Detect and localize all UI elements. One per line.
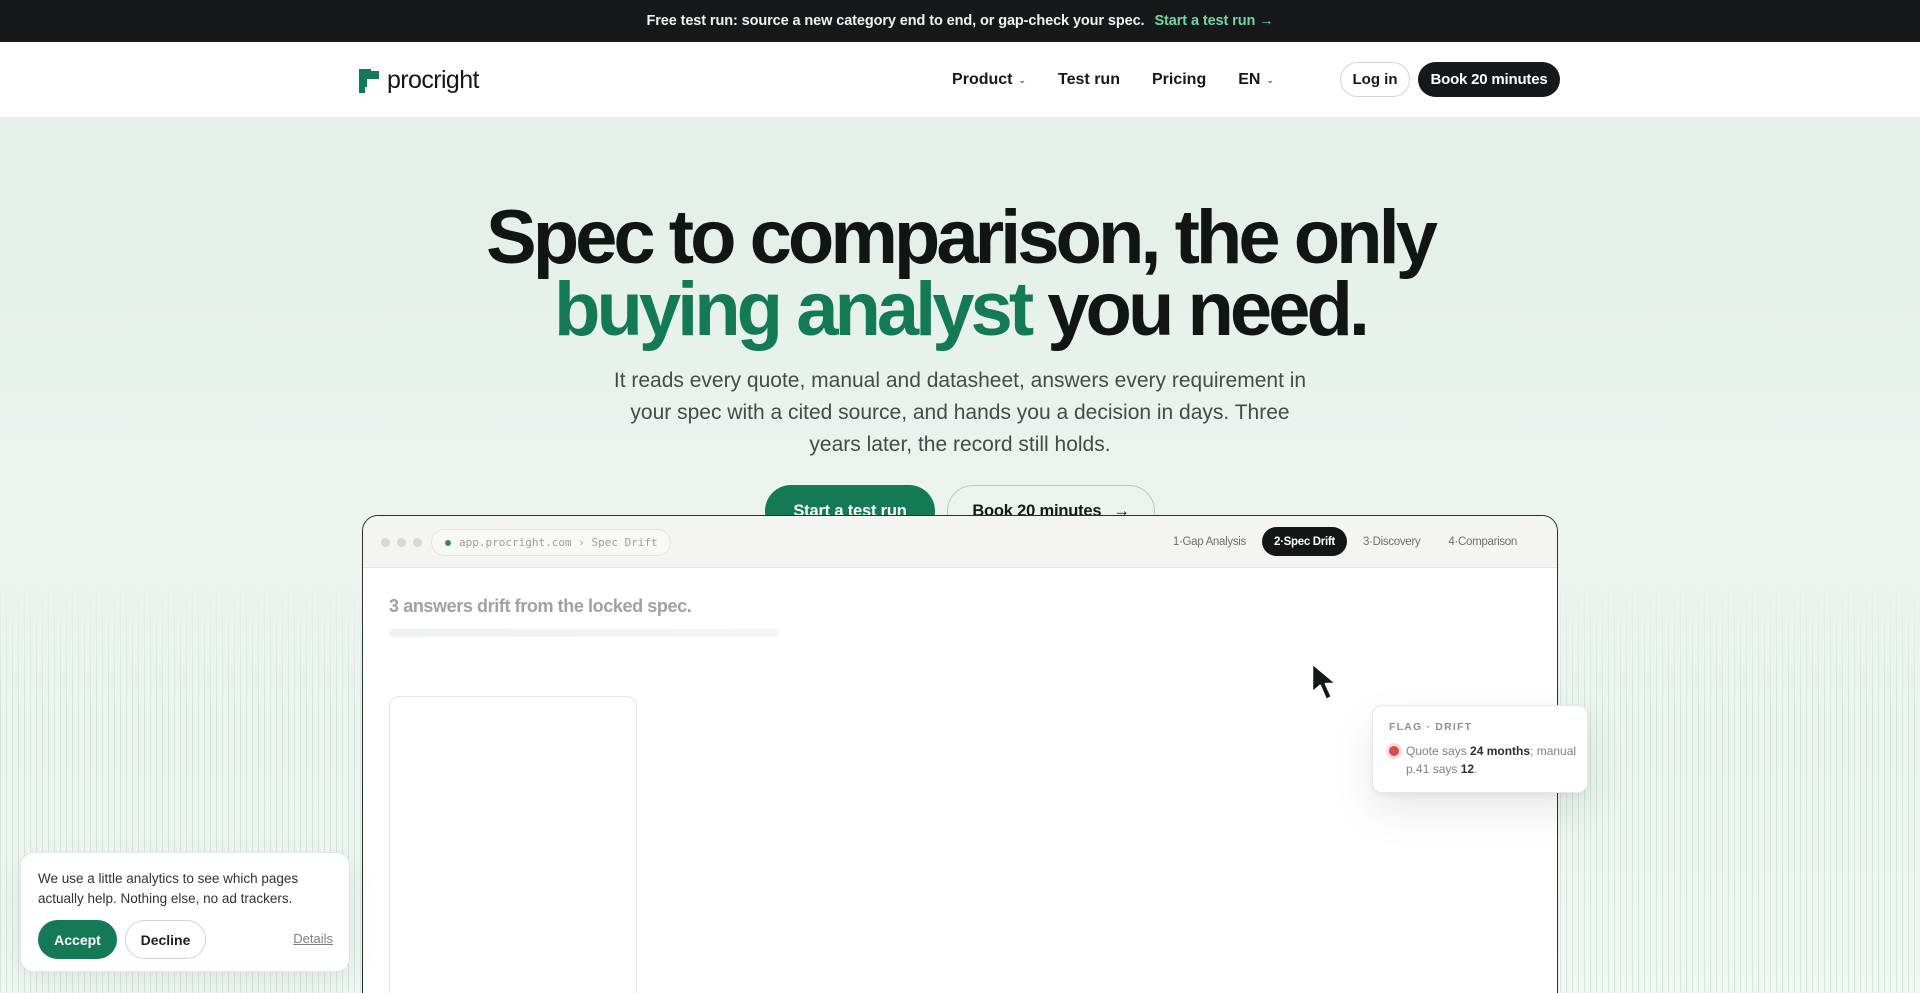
step-comparison[interactable]: 4·Comparison — [1436, 527, 1529, 556]
language-label: EN — [1238, 71, 1261, 88]
logo-mark-icon — [359, 68, 379, 93]
flag-manual-value: 12 — [1460, 762, 1475, 776]
window-controls — [381, 538, 422, 547]
window-dot-icon — [381, 538, 390, 547]
flag-message: Quote says 24 months; manual p.41 says 1… — [1406, 742, 1581, 778]
nav-item-pricing[interactable]: Pricing — [1152, 71, 1206, 89]
language-selector[interactable]: EN ⌄ — [1238, 71, 1274, 89]
workflow-steps: 1·Gap Analysis 2·Spec Drift 3·Discovery … — [1161, 527, 1529, 556]
flag-text-part: Quote says — [1406, 744, 1471, 758]
announcement-text: Free test run: source a new category end… — [646, 13, 1145, 29]
headline-rest: you need. — [1030, 267, 1370, 352]
hero-headline: Spec to comparison, the only buying anal… — [0, 200, 1920, 348]
login-button[interactable]: Log in — [1340, 62, 1410, 97]
announcement-bar: Free test run: source a new category end… — [0, 0, 1920, 42]
flag-label: FLAG · DRIFT — [1389, 721, 1473, 733]
cookie-banner: We use a little analytics to see which p… — [20, 852, 350, 972]
window-dot-icon — [397, 538, 406, 547]
app-subtitle-placeholder — [389, 629, 779, 637]
nav-item-label: Pricing — [1151, 71, 1207, 88]
app-drift-title: 3 answers drift from the locked spec. — [389, 596, 692, 616]
app-window-toolbar: app.procright.com › Spec Drift 1·Gap Ana… — [363, 516, 1557, 568]
headline-highlight: buying analyst — [554, 267, 1034, 352]
flag-quote-value: 24 months — [1470, 744, 1531, 758]
nav-item-test-run[interactable]: Test run — [1058, 71, 1120, 89]
drift-flag-card: FLAG · DRIFT Quote says 24 months; manua… — [1372, 705, 1588, 793]
cookie-details-link[interactable]: Details — [293, 931, 333, 946]
book-demo-nav-button[interactable]: Book 20 minutes — [1418, 62, 1560, 97]
nav-item-label: Product — [952, 71, 1013, 88]
alert-dot-icon — [1389, 746, 1399, 756]
chevron-down-icon: ⌄ — [1018, 74, 1027, 85]
announcement-cta-link[interactable]: Start a test run → — [1154, 13, 1273, 29]
app-content-card — [389, 696, 637, 993]
cookie-decline-button[interactable]: Decline — [125, 920, 206, 959]
nav-links: Product ⌄ Test run Pricing EN ⌄ — [952, 42, 1274, 118]
cookie-message: We use a little analytics to see which p… — [38, 871, 299, 906]
nav-item-product[interactable]: Product ⌄ — [952, 71, 1026, 89]
mouse-pointer-icon — [1310, 661, 1339, 702]
hero-subhead: It reads every quote, manual and datashe… — [613, 369, 1307, 456]
step-spec-drift[interactable]: 2·Spec Drift — [1262, 527, 1347, 556]
chevron-down-icon: ⌄ — [1266, 74, 1274, 85]
top-navigation: procright Product ⌄ Test run Pricing EN … — [0, 42, 1920, 118]
logo-text: procright — [387, 66, 479, 94]
flag-text-part: . — [1474, 762, 1478, 776]
step-gap-analysis[interactable]: 1·Gap Analysis — [1161, 527, 1258, 556]
app-url-bar: app.procright.com › Spec Drift — [431, 529, 671, 556]
app-url-text: app.procright.com › Spec Drift — [459, 536, 658, 549]
window-dot-icon — [413, 538, 422, 547]
procright-logo[interactable]: procright — [359, 66, 479, 95]
status-dot-icon — [445, 539, 451, 546]
step-discovery[interactable]: 3·Discovery — [1351, 527, 1432, 556]
cookie-accept-button[interactable]: Accept — [38, 920, 117, 959]
nav-item-label: Test run — [1058, 71, 1120, 88]
